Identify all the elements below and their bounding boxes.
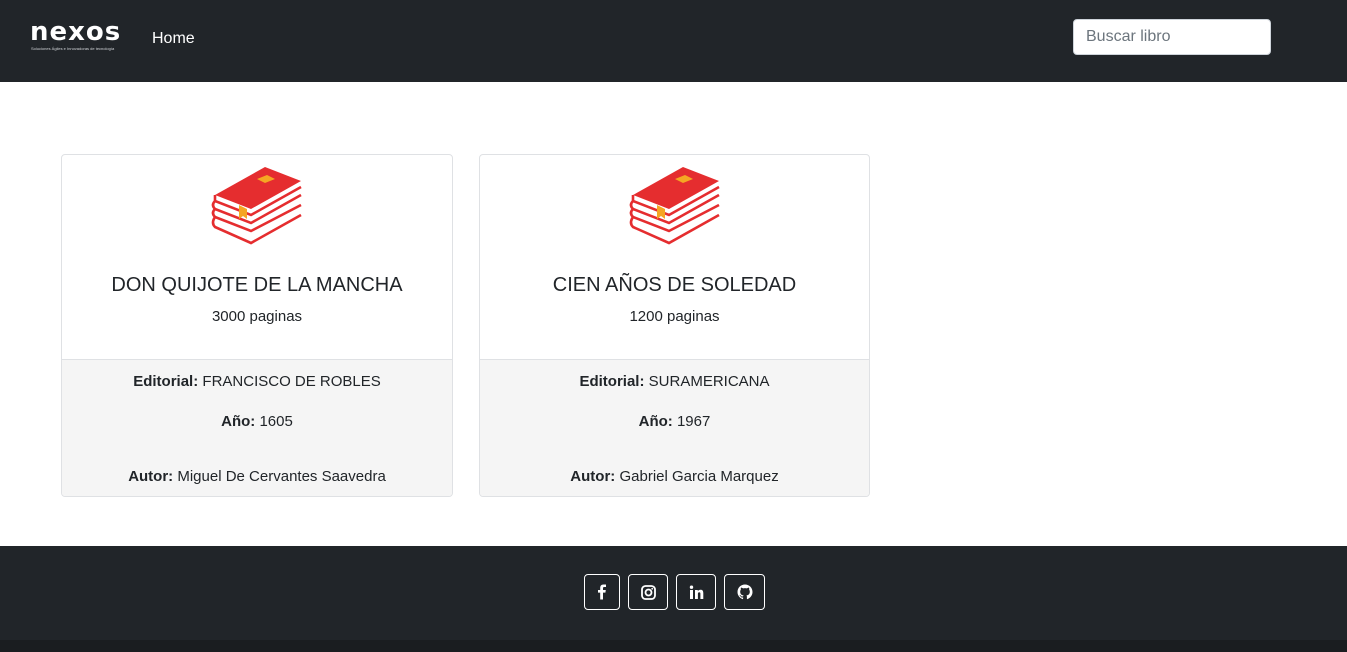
github-button[interactable]: [724, 574, 765, 610]
editorial-value: FRANCISCO DE ROBLES: [202, 373, 381, 390]
editorial-line: Editorial: FRANCISCO DE ROBLES: [62, 372, 452, 392]
book-card: DON QUIJOTE DE LA MANCHA 3000 paginas Ed…: [61, 154, 453, 497]
footer-bottom-bar: [0, 640, 1347, 652]
book-pages: 1200 paginas: [629, 308, 720, 325]
card-footer: Autor: Gabriel Garcia Marquez: [480, 457, 869, 496]
github-icon: [737, 584, 752, 600]
book-stack-icon: [629, 167, 720, 245]
author-value: Miguel De Cervantes Saavedra: [177, 468, 386, 485]
search-input[interactable]: [1073, 19, 1271, 55]
facebook-icon: [598, 584, 606, 600]
editorial-value: SURAMERICANA: [648, 373, 770, 390]
card-details: Editorial: SURAMERICANA Año: 1967: [480, 359, 869, 458]
year-value: 1605: [259, 413, 293, 430]
author-line: Autor: Gabriel Garcia Marquez: [480, 467, 869, 487]
navbar: nexos Soluciones Ágiles e Innovadoras de…: [0, 0, 1347, 82]
book-card: CIEN AÑOS DE SOLEDAD 1200 paginas Editor…: [479, 154, 870, 497]
book-title: CIEN AÑOS DE SOLEDAD: [552, 274, 797, 296]
card-footer: Autor: Miguel De Cervantes Saavedra: [62, 457, 452, 496]
logo-tagline: Soluciones Ágiles e Innovadoras de tecno…: [31, 46, 115, 51]
editorial-label: Editorial:: [579, 373, 645, 390]
author-label: Autor:: [128, 468, 174, 485]
linkedin-button[interactable]: [676, 574, 716, 610]
card-details: Editorial: FRANCISCO DE ROBLES Año: 1605: [62, 359, 452, 458]
editorial-line: Editorial: SURAMERICANA: [480, 372, 869, 392]
year-label: Año:: [221, 413, 256, 430]
book-pages: 3000 paginas: [211, 308, 303, 325]
author-value: Gabriel Garcia Marquez: [619, 468, 779, 485]
nexos-logo[interactable]: nexos Soluciones Ágiles e Innovadoras de…: [30, 17, 130, 54]
instagram-icon: [640, 584, 656, 600]
author-line: Autor: Miguel De Cervantes Saavedra: [62, 467, 452, 487]
year-label: Año:: [638, 413, 673, 430]
footer: [0, 546, 1347, 640]
logo-text: nexos: [30, 17, 122, 47]
nav-home-link[interactable]: Home: [152, 29, 195, 49]
book-stack-icon: [211, 167, 302, 245]
year-value: 1967: [676, 413, 711, 430]
instagram-button[interactable]: [628, 574, 668, 610]
linkedin-icon: [689, 585, 703, 599]
book-title: DON QUIJOTE DE LA MANCHA: [111, 274, 403, 296]
author-label: Autor:: [570, 468, 616, 485]
facebook-button[interactable]: [584, 574, 620, 610]
editorial-label: Editorial:: [133, 373, 199, 390]
year-line: Año: 1967: [480, 412, 869, 432]
year-line: Año: 1605: [62, 412, 452, 432]
